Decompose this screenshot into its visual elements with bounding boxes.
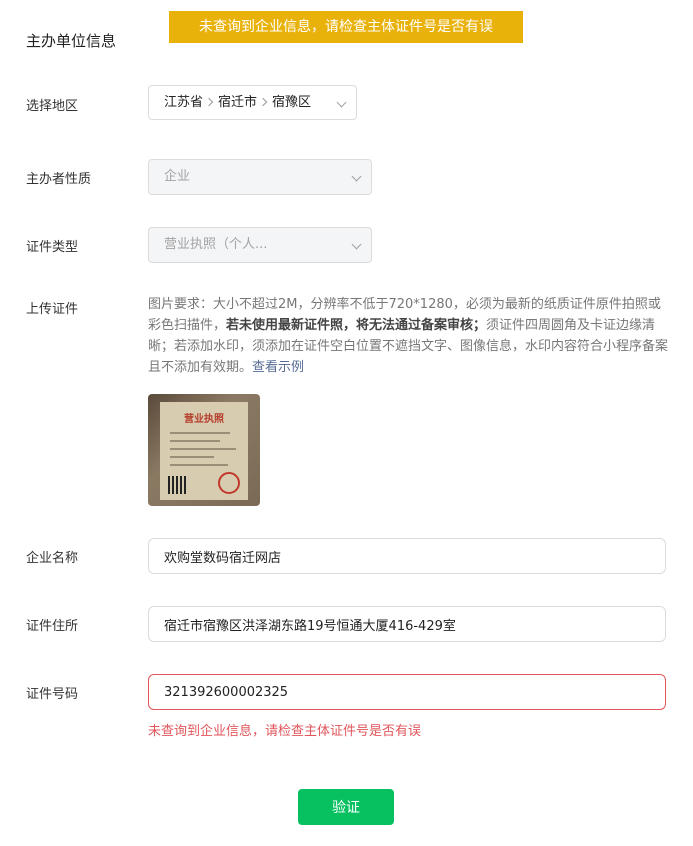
section-title: 主办单位信息 <box>26 32 117 50</box>
cert-text-line <box>170 456 214 458</box>
cert-type-label: 证件类型 <box>26 240 79 255</box>
cert-text-line <box>170 432 230 434</box>
verify-button[interactable]: 验证 <box>298 789 394 825</box>
cert-text-line <box>170 464 228 466</box>
certificate-paper: 营业执照 <box>160 402 248 500</box>
company-name-input[interactable] <box>148 538 666 574</box>
region-label: 选择地区 <box>26 99 79 114</box>
address-input[interactable] <box>148 606 666 642</box>
view-example-link[interactable]: 查看示例 <box>252 360 304 375</box>
cert-type-value: 营业执照（个人... <box>164 237 268 252</box>
region-select[interactable]: 江苏省 宿迁市 宿豫区 <box>148 85 357 120</box>
region-city: 宿迁市 <box>218 95 258 110</box>
chevron-down-icon <box>351 239 362 250</box>
company-name-label: 企业名称 <box>26 551 79 566</box>
region-province: 江苏省 <box>164 95 204 110</box>
cert-number-label: 证件号码 <box>26 687 79 702</box>
nature-label: 主办者性质 <box>26 172 92 187</box>
certificate-thumbnail[interactable]: 营业执照 <box>148 394 260 506</box>
qr-code-icon <box>168 476 186 494</box>
upload-label: 上传证件 <box>26 302 79 317</box>
address-label: 证件住所 <box>26 619 79 634</box>
nature-select[interactable]: 企业 <box>148 159 372 195</box>
chevron-down-icon <box>336 97 347 108</box>
cert-text-line <box>170 448 236 450</box>
region-district: 宿豫区 <box>272 95 312 110</box>
seal-icon <box>218 472 240 494</box>
cert-type-select[interactable]: 营业执照（个人... <box>148 227 372 263</box>
certificate-title: 营业执照 <box>184 414 224 425</box>
chevron-right-icon <box>204 97 214 107</box>
nature-value: 企业 <box>164 169 191 184</box>
upload-hint: 图片要求：大小不超过2M，分辨率不低于720*1280，必须为最新的纸质证件原件… <box>148 294 670 378</box>
cert-number-input[interactable] <box>148 674 666 710</box>
chevron-down-icon <box>351 171 362 182</box>
cert-number-error: 未查询到企业信息，请检查主体证件号是否有误 <box>148 724 422 739</box>
hint-bold-text: 若未使用最新证件照，将无法通过备案审核； <box>226 318 487 333</box>
error-toast: 未查询到企业信息，请检查主体证件号是否有误 <box>169 11 523 43</box>
cert-text-line <box>170 440 220 442</box>
chevron-right-icon <box>258 97 268 107</box>
